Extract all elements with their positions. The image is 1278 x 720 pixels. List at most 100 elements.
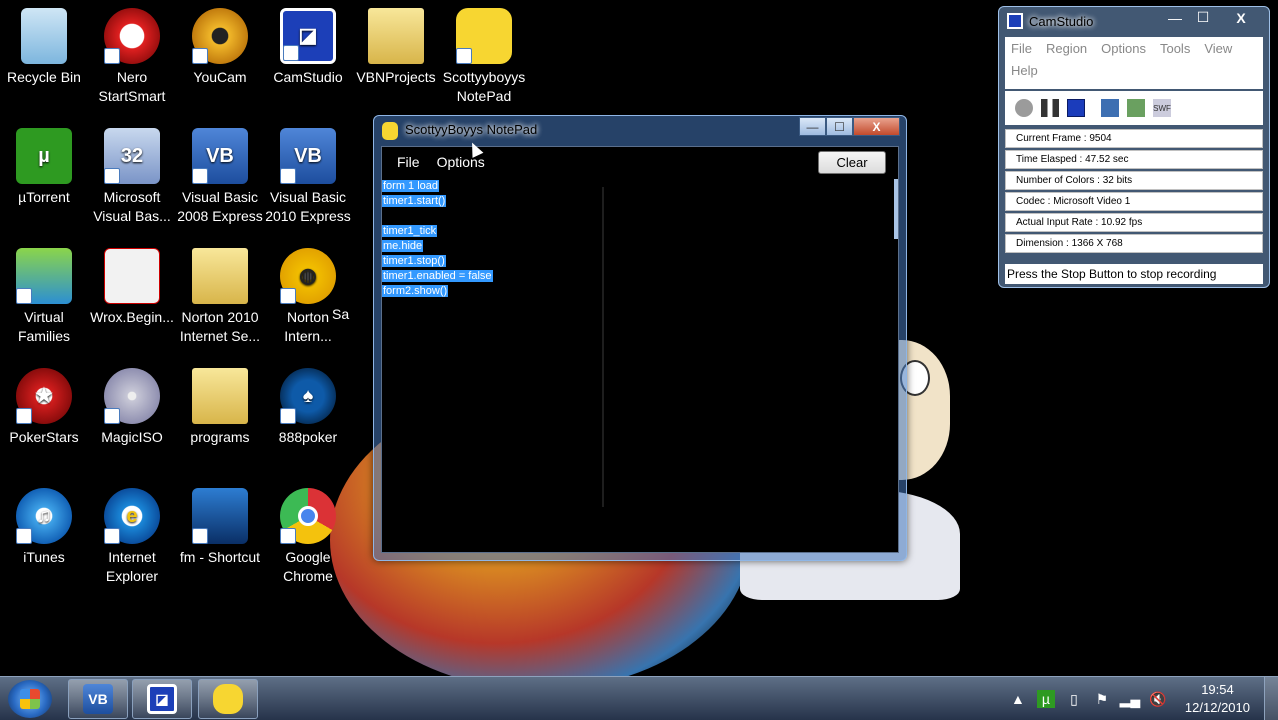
- taskbar: VB ◪ ▲ µ ▯ ⚑ ▂▄ 🔇 19:54 12/12/2010: [0, 676, 1278, 720]
- desktop-icon-programs[interactable]: programs: [176, 362, 264, 447]
- action-center-flag-icon[interactable]: ⚑: [1093, 690, 1111, 708]
- network-signal-icon[interactable]: ▂▄: [1120, 690, 1141, 708]
- stat-time-elapsed: Time Elasped : 47.52 sec: [1005, 150, 1263, 169]
- clock[interactable]: 19:54 12/12/2010: [1185, 681, 1250, 717]
- minimize-button[interactable]: —: [1161, 8, 1189, 27]
- internet-explorer-icon: e: [104, 488, 160, 544]
- desktop-icon-camstudio[interactable]: ◪ CamStudio: [264, 2, 352, 87]
- desktop-icon-wrox[interactable]: Wrox.Begin...: [88, 242, 176, 327]
- nero-icon: [104, 8, 160, 64]
- pokerstars-icon: ★: [16, 368, 72, 424]
- minimize-button[interactable]: —: [799, 117, 826, 136]
- taskbar-app-camstudio[interactable]: ◪: [132, 679, 192, 719]
- system-tray: ▲ µ ▯ ⚑ ▂▄ 🔇 19:54 12/12/2010: [1009, 677, 1278, 720]
- taskbar-app-notepad[interactable]: [198, 679, 258, 719]
- desktop-icon-norton-internet[interactable]: ◍ Norton Intern...: [264, 242, 352, 346]
- desktop-icon-utorrent[interactable]: µ µTorrent: [0, 122, 88, 207]
- maximize-button[interactable]: ☐: [1189, 8, 1217, 27]
- camstudio-icon: [1007, 13, 1023, 29]
- menu-tools[interactable]: Tools: [1154, 41, 1196, 56]
- vb2008-icon: VB: [192, 128, 248, 184]
- start-button[interactable]: [8, 680, 52, 718]
- scrollbar[interactable]: [894, 179, 898, 239]
- folder-icon: [192, 368, 248, 424]
- recording-stats: Current Frame : 9504 Time Elasped : 47.5…: [1005, 127, 1263, 253]
- close-button[interactable]: X: [1217, 8, 1265, 27]
- desktop-icon-vb2008[interactable]: VB Visual Basic 2008 Express: [176, 122, 264, 226]
- stat-input-rate: Actual Input Rate : 10.92 fps: [1005, 213, 1263, 232]
- desktop-icon-itunes[interactable]: ♫ iTunes: [0, 482, 88, 567]
- desktop-icon-partial[interactable]: Sa: [332, 305, 372, 324]
- taskbar-app-visual-basic[interactable]: VB: [68, 679, 128, 719]
- stop-button[interactable]: [1067, 99, 1085, 117]
- maximize-button[interactable]: ☐: [826, 117, 853, 136]
- desktop-icon-888poker[interactable]: ♠ 888poker: [264, 362, 352, 447]
- youcam-icon: [192, 8, 248, 64]
- desktop-icon-norton-folder[interactable]: Norton 2010 Internet Se...: [176, 242, 264, 346]
- virtual-families-icon: [16, 248, 72, 304]
- menu-help[interactable]: Help: [1005, 63, 1044, 78]
- menu-options[interactable]: Options: [1095, 41, 1152, 56]
- desktop-icon-recycle-bin[interactable]: Recycle Bin: [0, 2, 88, 87]
- menu-options[interactable]: Options: [428, 153, 493, 170]
- chrome-icon: [280, 488, 336, 544]
- desktop-icon-vbnprojects[interactable]: VBNProjects: [352, 2, 440, 87]
- text-area[interactable]: form 1 load timer1.start() timer1_tick m…: [382, 179, 493, 299]
- battery-icon[interactable]: ▯: [1065, 690, 1083, 708]
- stat-codec: Codec : Microsoft Video 1: [1005, 192, 1263, 211]
- recycle-bin-icon: [21, 8, 67, 64]
- desktop-icon-pokerstars[interactable]: ★ PokerStars: [0, 362, 88, 447]
- annotation-icon[interactable]: [1127, 99, 1145, 117]
- menu-file[interactable]: File: [1005, 41, 1038, 56]
- notepad-icon: [213, 684, 243, 714]
- desktop-icon-google-chrome[interactable]: Google Chrome: [264, 482, 352, 586]
- text-line: timer1.enabled = false: [382, 270, 493, 282]
- notepad-window[interactable]: ScottyyBoyys NotePad — ☐ X File Options …: [373, 115, 907, 561]
- camstudio-icon: ◪: [147, 684, 177, 714]
- clock-time: 19:54: [1201, 682, 1234, 697]
- folder-icon: [192, 248, 248, 304]
- text-line: timer1.start(): [382, 195, 447, 207]
- utorrent-tray-icon[interactable]: µ: [1036, 690, 1055, 708]
- camstudio-window[interactable]: CamStudio — ☐ X File Region Options Tool…: [998, 6, 1270, 288]
- football-manager-icon: [192, 488, 248, 544]
- close-button[interactable]: X: [853, 117, 900, 136]
- toolbar: SWF: [1005, 91, 1263, 125]
- menu-file[interactable]: File: [388, 153, 428, 170]
- desktop-icon-virtual-families[interactable]: Virtual Families: [0, 242, 88, 346]
- window-title: CamStudio: [1029, 14, 1094, 29]
- pdf-icon: [104, 248, 160, 304]
- menu-view[interactable]: View: [1198, 41, 1238, 56]
- stat-number-of-colors: Number of Colors : 32 bits: [1005, 171, 1263, 190]
- status-bar: Press the Stop Button to stop recording: [1005, 264, 1263, 284]
- desktop-icon-nero[interactable]: Nero StartSmart: [88, 2, 176, 106]
- camstudio-title-bar[interactable]: CamStudio — ☐ X: [999, 7, 1269, 35]
- swf-producer-button[interactable]: SWF: [1153, 99, 1171, 117]
- notepad-icon: [382, 122, 398, 140]
- volume-muted-icon[interactable]: 🔇: [1149, 690, 1167, 708]
- stat-dimension: Dimension : 1366 X 768: [1005, 234, 1263, 253]
- text-line: form 1 load: [382, 180, 440, 192]
- utorrent-icon: µ: [16, 128, 72, 184]
- window-title: ScottyyBoyys NotePad: [405, 122, 538, 137]
- desktop-icon-youcam[interactable]: YouCam: [176, 2, 264, 87]
- desktop-icon-scottyyboyys-notepad[interactable]: Scottyyboyys NotePad: [440, 2, 528, 106]
- folder-icon: [368, 8, 424, 64]
- background-window-ghost: [602, 187, 882, 507]
- magiciso-icon: [104, 368, 160, 424]
- desktop-icon-football-manager[interactable]: fm - Shortcut: [176, 482, 264, 567]
- show-desktop-button[interactable]: [1264, 677, 1278, 720]
- desktop-icon-microsoft-visual-basic[interactable]: 32 Microsoft Visual Bas...: [88, 122, 176, 226]
- pause-button[interactable]: [1041, 99, 1059, 117]
- record-button[interactable]: [1015, 99, 1033, 117]
- desktop-icon-magiciso[interactable]: MagicISO: [88, 362, 176, 447]
- region-icon[interactable]: [1101, 99, 1119, 117]
- desktop-icon-vb2010[interactable]: VB Visual Basic 2010 Express: [264, 122, 352, 226]
- vb2010-icon: VB: [280, 128, 336, 184]
- show-hidden-icons-icon[interactable]: ▲: [1009, 690, 1027, 708]
- notepad-client-area: File Options Clear form 1 load timer1.st…: [381, 146, 899, 553]
- desktop-icon-internet-explorer[interactable]: e Internet Explorer: [88, 482, 176, 586]
- clear-button[interactable]: Clear: [818, 151, 886, 174]
- menu-region[interactable]: Region: [1040, 41, 1093, 56]
- notepad-title-bar[interactable]: ScottyyBoyys NotePad — ☐ X: [374, 116, 906, 146]
